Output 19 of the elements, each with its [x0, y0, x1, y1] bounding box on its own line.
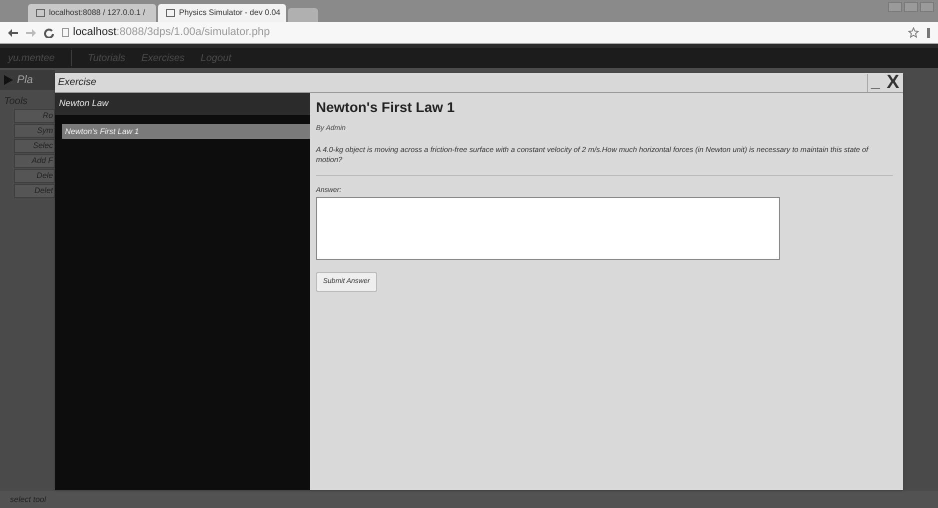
sidebar-heading: Newton Law — [55, 93, 310, 115]
star-icon[interactable] — [908, 27, 919, 38]
forward-icon[interactable] — [26, 28, 36, 36]
page-icon — [62, 28, 69, 37]
sidebar-item[interactable]: Newton's First Law 1 — [62, 124, 310, 139]
answer-field[interactable] — [316, 197, 780, 260]
new-tab-button[interactable] — [288, 8, 318, 22]
reload-icon[interactable] — [44, 28, 54, 38]
browser-tab[interactable]: localhost:8088 / 127.0.0.1 / — [28, 4, 156, 22]
play-icon[interactable] — [4, 75, 13, 85]
panel-title: Pla — [17, 72, 33, 88]
page-icon — [36, 9, 45, 17]
page-icon — [166, 9, 175, 17]
dialog-title: Exercise — [58, 76, 98, 90]
close-button[interactable]: X — [883, 74, 903, 92]
back-icon[interactable] — [8, 28, 18, 36]
exercise-title: Newton's First Law 1 — [316, 98, 456, 117]
browser-tab[interactable]: Physics Simulator - dev 0.04 — [158, 4, 286, 22]
minimize-button[interactable]: _ — [867, 74, 883, 92]
